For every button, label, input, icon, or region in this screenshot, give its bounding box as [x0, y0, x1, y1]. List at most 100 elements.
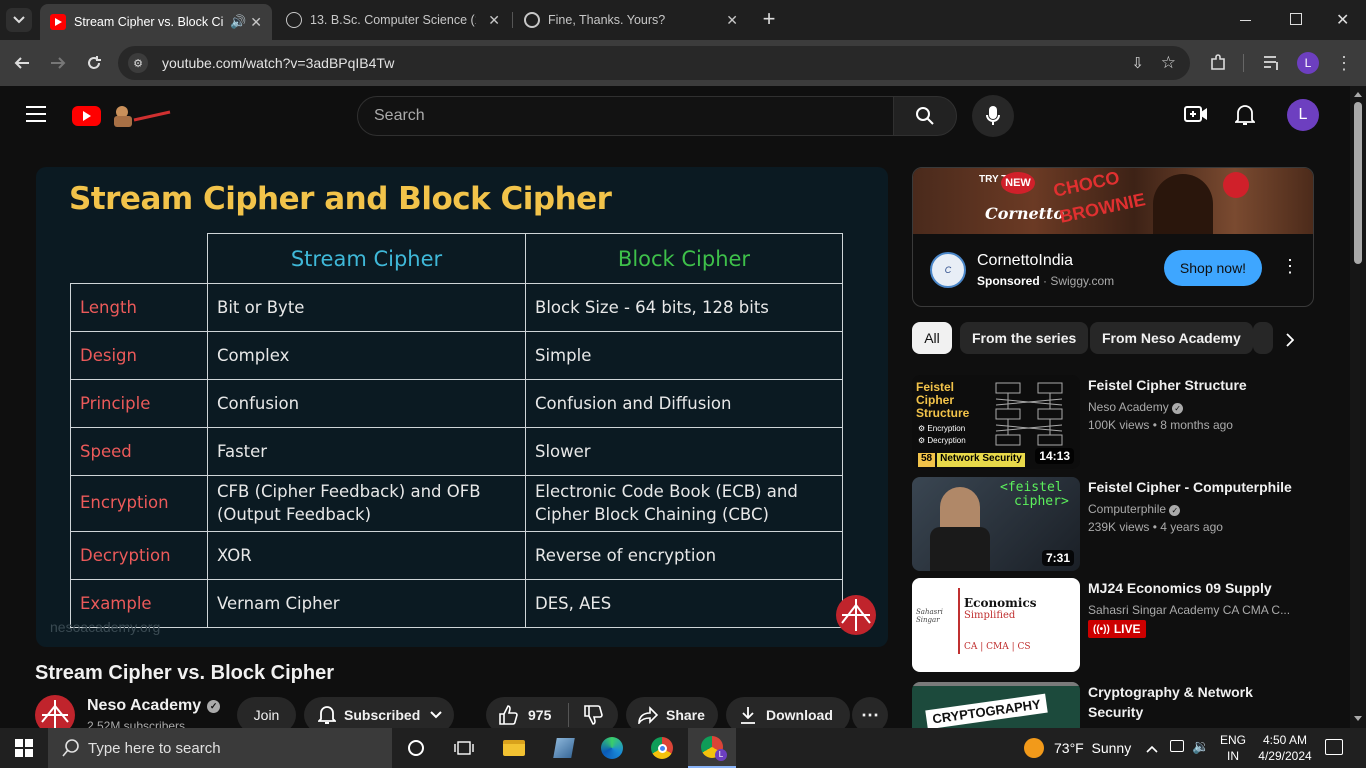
globe-icon: [286, 12, 302, 28]
speaker-icon[interactable]: 🔊: [230, 14, 246, 30]
site-info-icon[interactable]: ⚙: [128, 53, 148, 73]
edge-icon[interactable]: [588, 728, 636, 768]
tab-chatgpt[interactable]: Fine, Thanks. Yours? ✕: [514, 6, 748, 34]
video-thumbnail[interactable]: Sahasri Singar Economics Simplified CA | …: [912, 578, 1080, 672]
notification-center-icon[interactable]: [1325, 739, 1343, 755]
address-bar[interactable]: ⚙ youtube.com/watch?v=3adBPqIB4Tw ⇩ ☆: [118, 46, 1190, 80]
chrome-icon[interactable]: [638, 728, 686, 768]
hamburger-menu-icon[interactable]: [26, 106, 46, 122]
sponsored-ad[interactable]: TRY THE NEW Cornetto CHOCO BROWNIE C Cor…: [912, 167, 1314, 307]
video-thumbnail[interactable]: <feistel cipher> 7:31: [912, 477, 1080, 571]
scroll-down-arrow-icon[interactable]: [1354, 716, 1362, 721]
chevron-up-icon[interactable]: [1146, 740, 1158, 758]
page-scrollbar[interactable]: [1350, 86, 1366, 728]
start-button[interactable]: [0, 728, 48, 768]
video-channel[interactable]: Computerphile ✓: [1088, 502, 1181, 516]
close-icon[interactable]: ✕: [250, 14, 262, 31]
series-badge: 58 Network Security: [918, 453, 1025, 467]
related-video[interactable]: Feistel Cipher Structure ⚙ Encryption ⚙ …: [912, 375, 1314, 471]
extensions-icon[interactable]: [1207, 52, 1229, 74]
row-label: Design: [70, 331, 208, 380]
youtube-logo[interactable]: [72, 104, 172, 128]
related-video[interactable]: CRYPTOGRAPHY Cryptography & Network Secu…: [912, 682, 1314, 728]
block-cell: Confusion and Diffusion: [525, 379, 843, 428]
video-thumbnail[interactable]: Feistel Cipher Structure ⚙ Encryption ⚙ …: [912, 375, 1080, 469]
voice-search-button[interactable]: [972, 95, 1014, 137]
thumb-text: Decryption: [927, 436, 966, 445]
back-icon[interactable]: [11, 52, 33, 74]
windows-taskbar: Type here to search L 73°F Sunny 🔉 ENG I…: [0, 728, 1366, 768]
tab-pdf[interactable]: 13. B.Sc. Computer Science (1).pdf ✕: [276, 6, 510, 34]
profile-avatar[interactable]: L: [1297, 52, 1319, 74]
chip-from-series[interactable]: From the series: [960, 322, 1089, 354]
chevron-right-icon[interactable]: [1276, 324, 1304, 356]
row-label: Principle: [70, 379, 208, 428]
ad-banner[interactable]: TRY THE NEW Cornetto CHOCO BROWNIE: [913, 168, 1313, 234]
forward-icon[interactable]: [47, 52, 69, 74]
share-icon: [638, 706, 658, 724]
advertiser-logo[interactable]: C: [930, 252, 966, 288]
chrome-profile-icon[interactable]: L: [688, 728, 736, 768]
install-app-icon[interactable]: ⇩: [1131, 54, 1144, 72]
create-button[interactable]: [1184, 104, 1208, 124]
block-cell: Slower: [525, 427, 843, 476]
table-row: Speed Faster Slower: [70, 427, 843, 476]
video-thumbnail[interactable]: CRYPTOGRAPHY: [912, 682, 1080, 728]
weather-widget[interactable]: 73°F Sunny: [1024, 738, 1131, 758]
empty-header-cell: [70, 233, 208, 284]
app-icon[interactable]: [540, 728, 588, 768]
advertiser-name[interactable]: CornettoIndia: [977, 252, 1073, 270]
scroll-thumb[interactable]: [1354, 102, 1362, 264]
cortana-icon[interactable]: [392, 728, 440, 768]
minimize-button[interactable]: [1240, 12, 1260, 28]
dislike-button[interactable]: [569, 705, 617, 725]
volume-icon[interactable]: 🔉: [1192, 738, 1209, 755]
media-control-icon[interactable]: [1261, 52, 1283, 74]
video-title: Cryptography & Network Security: [1088, 684, 1253, 720]
file-explorer-icon[interactable]: [490, 728, 538, 768]
ad-more-icon[interactable]: ⋮: [1281, 256, 1299, 277]
ad-product-image: [1153, 174, 1213, 234]
like-button[interactable]: 975: [486, 705, 568, 725]
close-icon[interactable]: ✕: [488, 12, 500, 29]
video-player[interactable]: Stream Cipher and Block Cipher Stream Ci…: [36, 167, 888, 647]
feistel-diagram: [986, 379, 1076, 455]
video-channel[interactable]: Neso Academy ✓: [1088, 400, 1184, 414]
taskbar-search[interactable]: Type here to search: [48, 728, 392, 768]
stream-cell: CFB (Cipher Feedback) and OFB (Output Fe…: [207, 475, 526, 532]
tab-youtube[interactable]: Stream Cipher vs. Block Cipher 🔊 ✕: [40, 4, 272, 40]
restore-button[interactable]: [1290, 13, 1302, 25]
chip-from-neso[interactable]: From Neso Academy: [1090, 322, 1253, 354]
scroll-up-arrow-icon[interactable]: [1354, 92, 1362, 97]
bookmark-star-icon[interactable]: ☆: [1161, 53, 1176, 73]
notifications-button[interactable]: [1233, 104, 1257, 126]
related-video[interactable]: Sahasri Singar Economics Simplified CA | …: [912, 578, 1314, 674]
related-video[interactable]: <feistel cipher> 7:31 Feistel Cipher - C…: [912, 477, 1314, 573]
search-button[interactable]: [893, 96, 957, 136]
presenter-body: [930, 527, 990, 571]
chip-all[interactable]: All: [912, 322, 952, 354]
new-tab-button[interactable]: +: [758, 8, 780, 30]
badge-number: 58: [918, 453, 936, 467]
channel-name[interactable]: Neso Academy ✓: [87, 697, 221, 715]
language-indicator[interactable]: ENG IN: [1220, 732, 1246, 764]
comparison-table: Stream Cipher Block Cipher Length Bit or…: [70, 233, 843, 628]
ad-sponsor-line: Sponsored · Swiggy.com: [977, 274, 1115, 288]
reload-icon[interactable]: [83, 52, 105, 74]
search-input[interactable]: Search: [357, 96, 894, 136]
more-menu-icon[interactable]: ⋮: [1333, 52, 1355, 74]
video-channel[interactable]: Sahasri Singar Academy CA CMA C...: [1088, 603, 1290, 617]
search-icon: [62, 739, 79, 757]
close-window-button[interactable]: ✕: [1336, 10, 1349, 30]
thumb-text: Economics: [964, 596, 1037, 610]
chip-label: All: [924, 330, 940, 346]
account-avatar[interactable]: L: [1287, 99, 1319, 131]
download-icon: [741, 707, 755, 724]
task-view-icon[interactable]: [440, 728, 488, 768]
network-icon[interactable]: [1170, 740, 1184, 752]
chip-partial[interactable]: [1253, 322, 1273, 354]
clock[interactable]: 4:50 AM 4/29/2024: [1258, 732, 1312, 764]
close-icon[interactable]: ✕: [726, 12, 738, 29]
shop-now-button[interactable]: Shop now!: [1164, 250, 1262, 286]
tab-search-dropdown[interactable]: [6, 8, 32, 32]
